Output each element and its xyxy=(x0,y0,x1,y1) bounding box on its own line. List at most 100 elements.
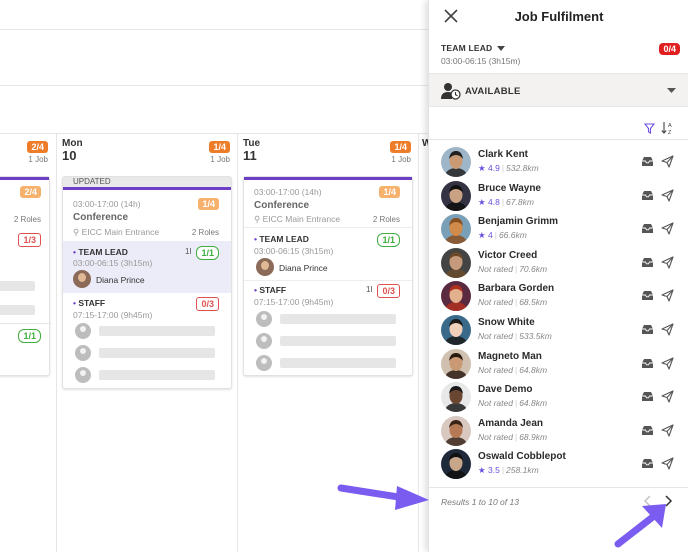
role-label: • TEAM LEAD xyxy=(73,247,128,257)
top-bar xyxy=(0,0,430,30)
role-time: 03:00-06:15 (3h15m) xyxy=(254,246,334,256)
meta-separator: | xyxy=(514,331,518,341)
inbox-icon[interactable] xyxy=(641,290,654,301)
card-divider xyxy=(0,323,51,324)
inbox-icon[interactable] xyxy=(641,458,654,469)
send-icon[interactable] xyxy=(661,424,674,437)
meta-separator: | xyxy=(501,465,505,476)
person-rating: 4.9 xyxy=(488,163,500,173)
day-number: 11 xyxy=(243,148,257,163)
role-label-text: STAFF xyxy=(78,298,106,308)
role-selector-value[interactable]: TEAM LEAD xyxy=(441,43,677,53)
person-row[interactable]: Barbara Gorden Not rated | 68.5km xyxy=(429,280,688,313)
person-meta: ★ 4.9 | 532.8km xyxy=(478,163,539,174)
sort-icon[interactable]: A Z xyxy=(661,121,675,135)
day-jobs-count: 1 Job xyxy=(210,155,230,164)
send-icon[interactable] xyxy=(661,289,674,302)
person-rating: 4 xyxy=(488,230,493,241)
send-icon[interactable] xyxy=(661,390,674,403)
avatar[interactable] xyxy=(441,415,471,446)
day-divider xyxy=(56,134,57,552)
inbox-icon[interactable] xyxy=(641,223,654,234)
avatar-image xyxy=(441,315,471,345)
day-header-tue[interactable]: Tue 11 1/4 1 Job xyxy=(243,138,411,168)
card-divider xyxy=(244,280,412,281)
availability-dropdown[interactable]: AVAILABLE xyxy=(429,73,688,107)
empty-slot-icon[interactable] xyxy=(75,367,91,383)
inbox-icon[interactable] xyxy=(641,257,654,268)
meta-separator: | xyxy=(514,398,518,409)
empty-slot-icon[interactable] xyxy=(75,345,91,361)
location-pin-icon: ⚲ xyxy=(73,227,80,237)
person-row[interactable]: Snow White Not rated | 533.5km xyxy=(429,314,688,347)
avatar[interactable] xyxy=(441,348,471,379)
role-count: 1I xyxy=(366,285,373,294)
send-icon[interactable] xyxy=(661,256,674,269)
person-name: Bruce Wayne xyxy=(478,182,541,194)
person-row[interactable]: Benjamin Grimm ★ 4 | 66.6km xyxy=(429,213,688,246)
chevron-left-icon[interactable] xyxy=(641,494,655,508)
placeholder-line xyxy=(0,281,35,291)
day-divider xyxy=(418,134,419,552)
day-header-previous[interactable]: 2/4 1 Job xyxy=(0,138,52,168)
inbox-icon[interactable] xyxy=(641,358,654,369)
role-label: • STAFF xyxy=(254,285,286,295)
day-header-mon[interactable]: Mon 10 1/4 1 Job xyxy=(62,138,232,168)
inbox-icon[interactable] xyxy=(641,324,654,335)
send-icon[interactable] xyxy=(661,323,674,336)
avatar[interactable] xyxy=(441,147,471,177)
person-row[interactable]: Oswald Cobblepot ★ 3.5 | 258.1km xyxy=(429,448,688,481)
filter-icon[interactable] xyxy=(644,123,655,134)
inbox-icon[interactable] xyxy=(641,391,654,402)
send-icon[interactable] xyxy=(661,357,674,370)
avatar[interactable] xyxy=(441,382,471,413)
annotation-arrow xyxy=(337,484,429,510)
person-name: Victor Creed xyxy=(478,249,538,261)
person-row[interactable]: Amanda Jean Not rated | 68.9km xyxy=(429,415,688,448)
empty-slot-icon[interactable] xyxy=(75,323,91,339)
avatar[interactable] xyxy=(441,247,471,278)
day-jobs-count: 1 Job xyxy=(391,155,411,164)
person-row[interactable]: Dave Demo Not rated | 64.8km xyxy=(429,381,688,414)
send-icon[interactable] xyxy=(661,189,674,202)
inbox-icon[interactable] xyxy=(641,156,654,167)
job-card-partial[interactable]: 2/4 2 Roles 3I 1/3 1/1 xyxy=(0,176,51,376)
person-row[interactable]: Clark Kent ★ 4.9 | 532.8km xyxy=(429,146,688,179)
role-time: 03:00-06:15 (3h15m) xyxy=(441,56,521,66)
person-meta: ★ 4.8 | 67.8km xyxy=(478,197,534,208)
role-selector[interactable]: TEAM LEAD 03:00-06:15 (3h15m) 0/4 xyxy=(441,43,680,69)
avatar[interactable] xyxy=(441,214,471,245)
day-fill-badge: 2/4 xyxy=(27,141,48,153)
person-row[interactable]: Magneto Man Not rated | 64.8km xyxy=(429,348,688,381)
inbox-icon[interactable] xyxy=(641,425,654,436)
avatar[interactable] xyxy=(441,449,471,480)
send-icon[interactable] xyxy=(661,222,674,235)
team-lead-role[interactable]: • TEAM LEAD 1I 1/1 03:00-06:15 (3h15m) D… xyxy=(63,241,231,293)
inbox-icon[interactable] xyxy=(641,190,654,201)
svg-text:A: A xyxy=(668,123,672,129)
person-name: Benjamin Grimm xyxy=(478,216,559,228)
empty-slot-icon[interactable] xyxy=(256,355,272,371)
person-row[interactable]: Bruce Wayne ★ 4.8 | 67.8km xyxy=(429,180,688,213)
avatar[interactable] xyxy=(441,281,471,312)
job-card-tue[interactable]: 03:00-17:00 (14h) 1/4 Conference ⚲ EICC … xyxy=(243,176,413,376)
send-icon[interactable] xyxy=(661,155,674,168)
empty-slot-icon[interactable] xyxy=(256,333,272,349)
send-icon[interactable] xyxy=(661,457,674,470)
chevron-right-icon[interactable] xyxy=(661,494,675,508)
avatar[interactable] xyxy=(441,315,471,345)
avatar[interactable] xyxy=(441,180,471,211)
star-icon: ★ xyxy=(478,230,486,241)
empty-slot-icon[interactable] xyxy=(256,311,272,327)
person-name: Magneto Man xyxy=(478,350,542,362)
availability-label: AVAILABLE xyxy=(465,86,521,97)
role-fill-badge: 0/3 xyxy=(196,297,219,311)
day-divider xyxy=(237,134,238,552)
job-card-mon[interactable]: UPDATED 03:00-17:00 (14h) 1/4 Conference… xyxy=(62,176,232,389)
person-name: Barbara Gorden xyxy=(478,283,555,295)
toolbar-band xyxy=(0,86,430,134)
avatar xyxy=(73,270,91,288)
person-distance: 66.6km xyxy=(498,230,527,241)
person-row[interactable]: Victor Creed Not rated | 70.6km xyxy=(429,247,688,280)
avatar-image xyxy=(441,382,471,413)
